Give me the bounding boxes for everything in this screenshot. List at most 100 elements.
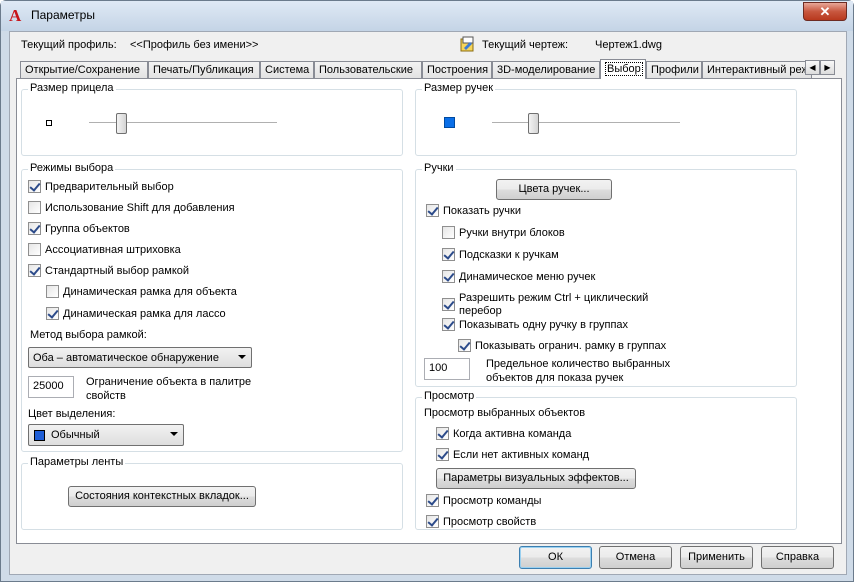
checkbox-label: Разрешить режим Ctrl + циклический перебо… — [459, 292, 648, 318]
tab-user-preferences[interactable]: Пользовательские — [314, 61, 422, 78]
selection-tab-panel: Размер прицела Размер ручек Режимы выбор… — [16, 78, 842, 544]
tab-label: Выбор — [605, 62, 643, 76]
checkbox-implied-windowing[interactable]: Стандартный выбор рамкой — [28, 264, 189, 277]
title-bar: A Параметры ✕ — [1, 1, 853, 31]
window-method-label: Метод выбора рамкой: — [30, 329, 147, 341]
grip-colors-button[interactable]: Цвета ручек... — [496, 179, 612, 200]
checkbox-box[interactable] — [436, 427, 449, 440]
checkbox-when-no-command[interactable]: Если нет активных команд — [436, 448, 589, 461]
checkbox-box[interactable] — [442, 226, 455, 239]
tab-drafting[interactable]: Построения — [422, 61, 492, 78]
checkbox-label: Динамическая рамка для лассо — [63, 307, 226, 320]
window-method-value: Оба – автоматическое обнаружение — [33, 352, 219, 364]
close-button[interactable]: ✕ — [803, 2, 847, 21]
tab-open-save[interactable]: Открытие/Сохранение — [20, 61, 148, 78]
tab-3d-modeling[interactable]: 3D-моделирование — [492, 61, 600, 78]
checkbox-label: Показывать одну ручку в группах — [459, 318, 629, 331]
checkbox-box[interactable] — [46, 285, 59, 298]
tab-label: Интерактивный реж — [707, 64, 809, 76]
checkbox-dynamic-lasso[interactable]: Динамическая рамка для лассо — [46, 307, 226, 320]
dialog-client: Текущий профиль: <<Профиль без имени>> Т… — [9, 31, 847, 575]
ok-button[interactable]: ОК — [519, 546, 592, 569]
checkbox-box[interactable] — [442, 298, 455, 311]
checkbox-label: Когда активна команда — [453, 427, 572, 440]
grip-size-group: Размер ручек — [415, 82, 797, 156]
tab-label: Открытие/Сохранение — [25, 64, 140, 76]
property-limit-input[interactable]: 25000 — [28, 376, 74, 398]
grip-size-title: Размер ручек — [422, 82, 496, 94]
tab-label: Профили — [651, 64, 699, 76]
checkbox-property-preview[interactable]: Просмотр свойств — [426, 515, 536, 528]
checkbox-associative-hatch[interactable]: Ассоциативная штриховка — [28, 243, 181, 256]
checkbox-when-command-active[interactable]: Когда активна команда — [436, 427, 571, 440]
checkbox-ctrl-cycling[interactable]: Разрешить режим Ctrl + циклический перебо… — [442, 292, 648, 318]
color-swatch — [34, 430, 45, 441]
checkbox-label: Ассоциативная штриховка — [45, 243, 181, 256]
checkbox-single-grip-groups[interactable]: Показывать одну ручку в группах — [442, 318, 628, 331]
checkbox-box[interactable] — [442, 318, 455, 331]
checkbox-box[interactable] — [426, 515, 439, 528]
checkbox-label: Динамическое меню ручек — [459, 270, 596, 283]
tab-label: Система — [265, 64, 310, 76]
property-limit-label-2: свойств — [86, 390, 126, 402]
checkbox-dynamic-grip-menu[interactable]: Динамическое меню ручек — [442, 270, 595, 283]
visual-effects-button[interactable]: Параметры визуальных эффектов... — [436, 468, 636, 489]
checkbox-label-line-2: перебор — [459, 305, 502, 317]
tab-plot-publish[interactable]: Печать/Публикация — [148, 61, 260, 78]
profile-label: Текущий профиль: — [21, 39, 117, 51]
checkbox-box[interactable] — [28, 222, 41, 235]
checkbox-object-grouping[interactable]: Группа объектов — [28, 222, 130, 235]
checkbox-box[interactable] — [28, 264, 41, 277]
pickbox-preview — [46, 120, 52, 126]
checkbox-noun-verb-selection[interactable]: Предварительный выбор — [28, 180, 174, 193]
checkbox-box[interactable] — [458, 339, 471, 352]
tab-scroll-right-icon[interactable]: ▶ — [820, 60, 835, 75]
pickbox-slider-thumb[interactable] — [115, 113, 127, 134]
tab-label: Пользовательские — [319, 64, 413, 76]
autocad-logo-icon: A — [9, 6, 22, 25]
checkbox-bounding-box-groups[interactable]: Показывать огранич. рамку в группах — [458, 339, 666, 352]
checkbox-show-grips[interactable]: Показать ручки — [426, 204, 521, 217]
profile-value: <<Профиль без имени>> — [130, 39, 259, 51]
checkbox-label: Просмотр свойств — [443, 515, 537, 528]
tab-system[interactable]: Система — [260, 61, 314, 78]
checkbox-command-preview[interactable]: Просмотр команды — [426, 494, 541, 507]
checkbox-box[interactable] — [46, 307, 59, 320]
checkbox-shift-add[interactable]: Использование Shift для добавления — [28, 201, 235, 214]
checkbox-box[interactable] — [28, 180, 41, 193]
checkbox-box[interactable] — [436, 448, 449, 461]
tab-online[interactable]: Интерактивный реж — [702, 61, 812, 78]
checkbox-label: Динамическая рамка для объекта — [63, 285, 237, 298]
tab-selection[interactable]: Выбор — [600, 59, 646, 79]
grip-limit-input[interactable]: 100 — [424, 358, 470, 380]
checkbox-box[interactable] — [442, 248, 455, 261]
help-button[interactable]: Справка — [761, 546, 834, 569]
checkbox-label: Если нет активных команд — [453, 448, 590, 461]
checkbox-grips-in-blocks[interactable]: Ручки внутри блоков — [442, 226, 565, 239]
checkbox-box[interactable] — [426, 204, 439, 217]
drawing-icon — [460, 36, 476, 52]
checkbox-dynamic-object-window[interactable]: Динамическая рамка для объекта — [46, 285, 237, 298]
drawing-label: Текущий чертеж: — [482, 39, 569, 51]
checkbox-box[interactable] — [28, 243, 41, 256]
contextual-tab-states-button[interactable]: Состояния контекстных вкладок... — [68, 486, 256, 507]
apply-button[interactable]: Применить — [680, 546, 753, 569]
checkbox-grip-tips[interactable]: Подсказки к ручкам — [442, 248, 559, 261]
checkbox-box[interactable] — [28, 201, 41, 214]
cancel-button[interactable]: Отмена — [599, 546, 672, 569]
selection-color-select[interactable]: Обычный — [28, 424, 184, 446]
selection-color-label: Цвет выделения: — [28, 408, 116, 420]
grip-slider-track[interactable] — [492, 122, 680, 124]
checkbox-box[interactable] — [426, 494, 439, 507]
ribbon-options-title: Параметры ленты — [28, 456, 126, 468]
tab-profiles[interactable]: Профили — [646, 61, 702, 78]
grips-title: Ручки — [422, 162, 456, 174]
pickbox-size-group: Размер прицела — [21, 82, 403, 156]
drawing-value: Чертеж1.dwg — [595, 39, 662, 51]
pickbox-size-title: Размер прицела — [28, 82, 116, 94]
window-method-select[interactable]: Оба – автоматическое обнаружение — [28, 347, 252, 368]
selection-color-value: Обычный — [51, 429, 100, 441]
checkbox-box[interactable] — [442, 270, 455, 283]
grip-slider-thumb[interactable] — [528, 113, 540, 134]
tab-scroll-left-icon[interactable]: ◀ — [805, 60, 820, 75]
